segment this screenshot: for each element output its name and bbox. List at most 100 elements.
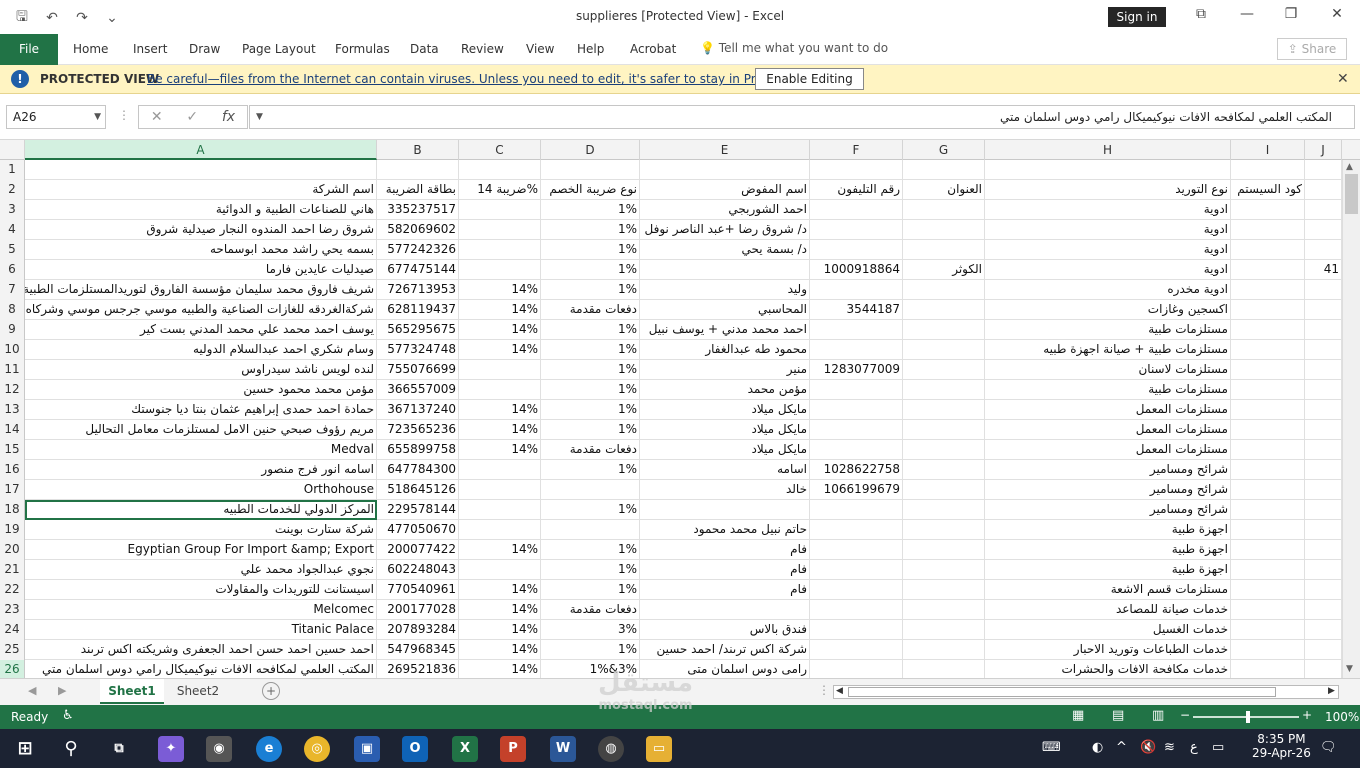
cell-e[interactable]: المحاسبي <box>640 300 810 320</box>
row-header[interactable]: 24 <box>0 620 25 640</box>
cell-g[interactable] <box>903 560 985 580</box>
cell-g[interactable] <box>903 420 985 440</box>
protected-view-message[interactable]: Be careful—files from the Internet can c… <box>147 72 836 86</box>
cell-f[interactable] <box>810 280 903 300</box>
cell-g[interactable] <box>903 360 985 380</box>
cell-c[interactable]: 14% <box>459 600 541 620</box>
cell-c[interactable]: 14% <box>459 280 541 300</box>
cell-c[interactable]: ضريبة 14% <box>459 180 541 200</box>
camera-app-icon[interactable]: ◉ <box>206 736 232 762</box>
row-header[interactable]: 21 <box>0 560 25 580</box>
tab-draw[interactable]: Draw <box>189 42 220 56</box>
cell-e[interactable]: مؤمن محمد <box>640 380 810 400</box>
cell-g[interactable] <box>903 500 985 520</box>
cell-h[interactable]: اجهزة طبية <box>985 560 1231 580</box>
cell-j[interactable] <box>1305 360 1342 380</box>
zoom-slider-thumb[interactable] <box>1246 711 1250 723</box>
cell-e[interactable]: فام <box>640 540 810 560</box>
cell-c[interactable]: 14% <box>459 420 541 440</box>
tab-insert[interactable]: Insert <box>133 42 167 56</box>
cell-i[interactable] <box>1231 640 1305 660</box>
cell-f[interactable] <box>810 520 903 540</box>
cell-e[interactable]: د/ شروق رضا +عبد الناصر نوفل <box>640 220 810 240</box>
cell-f[interactable] <box>810 620 903 640</box>
cell-e[interactable]: خالد <box>640 480 810 500</box>
cell-j[interactable] <box>1305 180 1342 200</box>
normal-view-icon[interactable]: ▦ <box>1072 708 1084 723</box>
cell-j[interactable] <box>1305 440 1342 460</box>
cell-b[interactable]: 229578144 <box>377 500 459 520</box>
cancel-icon[interactable]: ✕ <box>151 109 163 125</box>
row-header[interactable]: 11 <box>0 360 25 380</box>
chrome-icon[interactable]: ◎ <box>304 736 330 762</box>
cell-a[interactable]: اسيستانت للتوريدات والمقاولات <box>25 580 377 600</box>
cell-h[interactable]: ادوية مخدره <box>985 280 1231 300</box>
cell-a[interactable]: لنده لويس ناشد سيدراوس <box>25 360 377 380</box>
cell-f[interactable] <box>810 500 903 520</box>
cell-i[interactable] <box>1231 280 1305 300</box>
column-header-h[interactable]: H <box>985 140 1231 160</box>
cell-c[interactable]: 14% <box>459 580 541 600</box>
cell-d[interactable]: 1% <box>541 380 640 400</box>
cell-b[interactable]: 477050670 <box>377 520 459 540</box>
cell-j[interactable] <box>1305 520 1342 540</box>
battery-icon[interactable]: ▭ <box>1212 740 1224 755</box>
cell-b[interactable]: 565295675 <box>377 320 459 340</box>
cell-b[interactable]: 207893284 <box>377 620 459 640</box>
cell-g[interactable] <box>903 280 985 300</box>
cell-c[interactable] <box>459 520 541 540</box>
column-header-d[interactable]: D <box>541 140 640 160</box>
cell-i[interactable] <box>1231 340 1305 360</box>
cell-e[interactable]: حاتم نبيل محمد محمود <box>640 520 810 540</box>
cell-j[interactable] <box>1305 300 1342 320</box>
cell-b[interactable]: 582069602 <box>377 220 459 240</box>
cell-c[interactable]: 14% <box>459 640 541 660</box>
cell-b[interactable]: 577324748 <box>377 340 459 360</box>
cell-j[interactable] <box>1305 460 1342 480</box>
tell-me-search[interactable]: 💡 Tell me what you want to do <box>700 41 888 55</box>
cell-c[interactable]: 14% <box>459 440 541 460</box>
cell-e[interactable]: محمود طه عبدالغفار <box>640 340 810 360</box>
cell-h[interactable]: نوع التوريد <box>985 180 1231 200</box>
cell-b[interactable]: 200177028 <box>377 600 459 620</box>
cell-j[interactable] <box>1305 420 1342 440</box>
cell-b[interactable]: 647784300 <box>377 460 459 480</box>
next-sheet-icon[interactable]: ▶ <box>58 684 66 697</box>
cell-i[interactable] <box>1231 360 1305 380</box>
cell-h[interactable]: ادوية <box>985 240 1231 260</box>
cell-h[interactable]: ادوية <box>985 220 1231 240</box>
cell-a[interactable]: بسمه يحي راشد محمد ابوسماحه <box>25 240 377 260</box>
scroll-right-icon[interactable]: ▶ <box>1328 686 1335 696</box>
add-sheet-icon[interactable]: + <box>262 682 280 700</box>
cell-d[interactable] <box>541 480 640 500</box>
cell-f[interactable]: رقم التليفون <box>810 180 903 200</box>
vertical-scroll-thumb[interactable] <box>1345 174 1358 214</box>
cell-f[interactable] <box>810 400 903 420</box>
cell-h[interactable]: اجهزة طبية <box>985 520 1231 540</box>
cell-i[interactable] <box>1231 580 1305 600</box>
insert-function-icon[interactable]: fx <box>222 109 235 125</box>
task-view-icon[interactable]: ⧉ <box>106 736 132 762</box>
cell-a[interactable]: اسامه انور فرج منصور <box>25 460 377 480</box>
cell-j[interactable] <box>1305 280 1342 300</box>
cell-f[interactable] <box>810 320 903 340</box>
notification-icon[interactable]: 🗨 <box>1320 740 1337 755</box>
store-icon[interactable]: ▣ <box>354 736 380 762</box>
cell-h[interactable]: اكسجين وغازات <box>985 300 1231 320</box>
cell-i[interactable] <box>1231 620 1305 640</box>
cell-e[interactable]: وليد <box>640 280 810 300</box>
cell-c[interactable]: 14% <box>459 540 541 560</box>
cell-h[interactable]: خدمات الطباعات وتوريد الاحبار <box>985 640 1231 660</box>
cell-c[interactable] <box>459 480 541 500</box>
cell-a[interactable]: Orthohouse <box>25 480 377 500</box>
cell-f[interactable] <box>810 380 903 400</box>
outlook-icon[interactable]: O <box>402 736 428 762</box>
cell-j[interactable] <box>1305 160 1342 180</box>
cell-f[interactable] <box>810 420 903 440</box>
cell-j[interactable] <box>1305 220 1342 240</box>
cell-c[interactable] <box>459 560 541 580</box>
cell-a[interactable]: Egyptian Group For Import &amp; Export <box>25 540 377 560</box>
row-header[interactable]: 22 <box>0 580 25 600</box>
cell-e[interactable]: مايكل ميلاد <box>640 420 810 440</box>
powerpoint-icon[interactable]: P <box>500 736 526 762</box>
